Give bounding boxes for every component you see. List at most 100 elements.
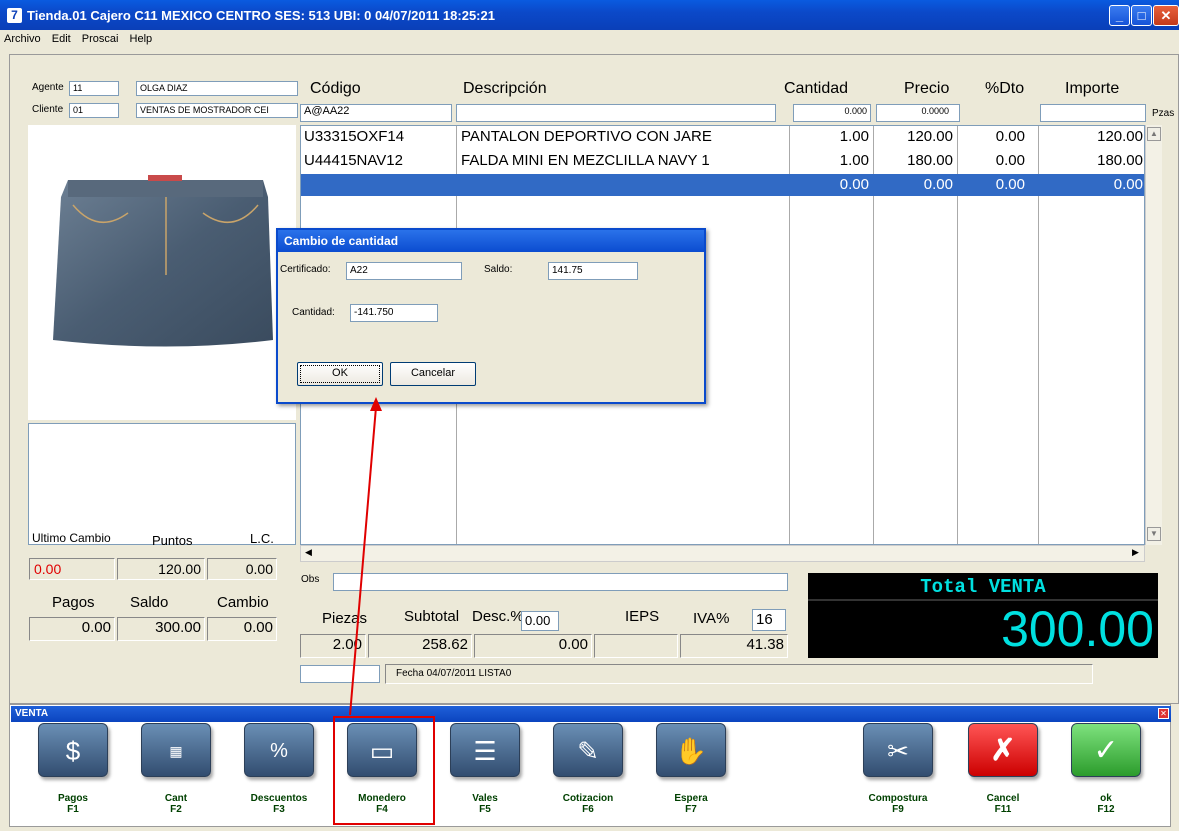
grid-horizontal-scrollbar[interactable]: ◀ ▶ — [300, 545, 1145, 562]
menu-bar: Archivo Edit Proscai Help — [0, 30, 1179, 50]
total-label: Total VENTA — [808, 573, 1158, 601]
scroll-down-icon[interactable]: ▼ — [1147, 527, 1161, 541]
notes-panel — [28, 423, 296, 545]
menu-edit[interactable]: Edit — [52, 33, 71, 45]
scroll-left-icon[interactable]: ◀ — [302, 547, 315, 560]
ieps-value — [594, 634, 678, 658]
puntos-label: Puntos — [152, 533, 193, 548]
cliente-code-field[interactable]: 01 — [69, 103, 119, 118]
espera-label-btn: Espera F7 — [674, 793, 708, 815]
importe-input[interactable] — [1040, 104, 1146, 122]
toolbar-close-icon[interactable]: ✕ — [1158, 708, 1169, 719]
table-row-selected[interactable]: 0.00 0.00 0.00 0.00 — [301, 174, 1144, 196]
row-importe: 180.00 — [1097, 152, 1143, 169]
iva-label: IVA% — [693, 610, 730, 627]
precio-input[interactable]: 0.0000 — [876, 104, 960, 122]
venta-toolbar: VENTA ✕ $ Pagos F1 ▦ Cant F2 % Descuentos F… — [9, 704, 1171, 827]
lc-label: L.C. — [250, 531, 274, 546]
row-cant: 0.00 — [839, 176, 869, 193]
voucher-icon: ☰ — [473, 736, 497, 766]
menu-archivo[interactable]: Archivo — [4, 33, 41, 45]
title-bar: 7 Tienda.01 Cajero C11 MEXICO CENTRO SES… — [0, 0, 1179, 30]
descuentos-button[interactable]: % — [244, 723, 314, 777]
col-codigo: Código — [310, 80, 361, 97]
cancelar-button[interactable]: Cancelar — [390, 362, 476, 386]
pagos-value: 0.00 — [29, 617, 115, 641]
row-codigo: U44415NAV12 — [304, 152, 403, 169]
maximize-button[interactable]: □ — [1131, 5, 1152, 26]
product-image-panel — [28, 125, 296, 420]
row-dto: 0.00 — [995, 128, 1025, 145]
cancel-label-btn: Cancel F11 — [986, 793, 1020, 815]
certificado-label: Certificado: — [280, 264, 331, 275]
check-icon: ✓ — [1093, 734, 1119, 767]
dialog-title: Cambio de cantidad — [278, 230, 704, 252]
col-importe: Importe — [1065, 80, 1120, 97]
menu-proscai[interactable]: Proscai — [82, 33, 119, 45]
subtotal-label: Subtotal — [404, 608, 460, 625]
calculator-icon: ▦ — [169, 743, 183, 759]
iva-pct-field[interactable]: 16 — [752, 609, 786, 631]
vales-label-btn: Vales F5 — [472, 793, 498, 815]
pagos-button[interactable]: $ — [38, 723, 108, 777]
col-cantidad: Cantidad — [784, 80, 849, 97]
hand-icon: ✋ — [674, 736, 708, 766]
ultimo-cambio-value: 0.00 — [29, 558, 115, 580]
cotizacion-button[interactable]: ✎ — [553, 723, 623, 777]
close-button[interactable]: ✕ — [1153, 5, 1179, 26]
percent-icon: % — [270, 740, 288, 762]
cant-label-btn: Cant F2 — [164, 793, 188, 815]
grid-vertical-scrollbar[interactable]: ▲ ▼ — [1145, 125, 1162, 545]
toolbar-title: VENTA — [11, 706, 1171, 722]
pagos-label: Pagos — [52, 594, 95, 611]
table-row[interactable]: U44415NAV12 FALDA MINI EN MEZCLILLA NAVY… — [301, 150, 1144, 172]
row-importe: 0.00 — [1113, 176, 1143, 193]
cliente-name-field: VENTAS DE MOSTRADOR CEI — [136, 103, 298, 118]
skirt-image — [53, 175, 273, 347]
obs-input[interactable] — [333, 573, 788, 591]
saldo-label: Saldo — [130, 594, 169, 611]
desc-label: Desc.% — [472, 608, 524, 625]
scroll-up-icon[interactable]: ▲ — [1147, 127, 1161, 141]
agente-label: Agente — [32, 82, 64, 93]
money-icon: $ — [65, 736, 81, 766]
col-dto: %Dto — [985, 80, 1025, 97]
lc-value: 0.00 — [207, 558, 277, 580]
ultimo-cambio-label: Ultimo Cambio — [32, 531, 111, 545]
ok-toolbar-button[interactable]: ✓ — [1071, 723, 1141, 777]
total-value: 300.00 — [1001, 601, 1154, 657]
cambio-value: 0.00 — [207, 617, 277, 641]
note-icon: ✎ — [577, 736, 599, 766]
espera-button[interactable]: ✋ — [656, 723, 726, 777]
row-importe: 120.00 — [1097, 128, 1143, 145]
cliente-label: Cliente — [32, 104, 64, 115]
vales-button[interactable]: ☰ — [450, 723, 520, 777]
descripcion-input[interactable] — [456, 104, 776, 122]
ok-button[interactable]: OK — [297, 362, 383, 386]
row-precio: 180.00 — [907, 152, 953, 169]
cant-button[interactable]: ▦ — [141, 723, 211, 777]
row-cant: 1.00 — [839, 128, 869, 145]
total-panel: Total VENTA 300.00 — [808, 573, 1158, 658]
cantidad-field[interactable]: -141.750 — [350, 304, 438, 322]
row-dto: 0.00 — [995, 176, 1025, 193]
minimize-button[interactable]: _ — [1109, 5, 1130, 26]
codigo-input[interactable]: A@AA22 — [300, 104, 452, 122]
table-row[interactable]: U33315OXF14 PANTALON DEPORTIVO CON JARE … — [301, 126, 1144, 148]
col-precio: Precio — [904, 80, 950, 97]
menu-help[interactable]: Help — [130, 33, 153, 45]
status-bar: Fecha 04/07/2011 LISTA0 — [385, 664, 1093, 684]
cross-icon: ✗ — [990, 734, 1016, 767]
scroll-right-icon[interactable]: ▶ — [1129, 547, 1142, 560]
scissors-icon: ✂ — [887, 736, 909, 766]
agente-code-field[interactable]: 11 — [69, 81, 119, 96]
cotizacion-label-btn: Cotizacion F6 — [562, 793, 614, 815]
compostura-button[interactable]: ✂ — [863, 723, 933, 777]
cancel-button[interactable]: ✗ — [968, 723, 1038, 777]
window-title: Tienda.01 Cajero C11 MEXICO CENTRO SES: … — [27, 8, 495, 23]
cantidad-input[interactable]: 0.000 — [793, 104, 871, 122]
desc-pct-field[interactable]: 0.00 — [521, 611, 559, 631]
certificado-field[interactable]: A22 — [346, 262, 462, 280]
row-precio: 120.00 — [907, 128, 953, 145]
saldo-field: 141.75 — [548, 262, 638, 280]
